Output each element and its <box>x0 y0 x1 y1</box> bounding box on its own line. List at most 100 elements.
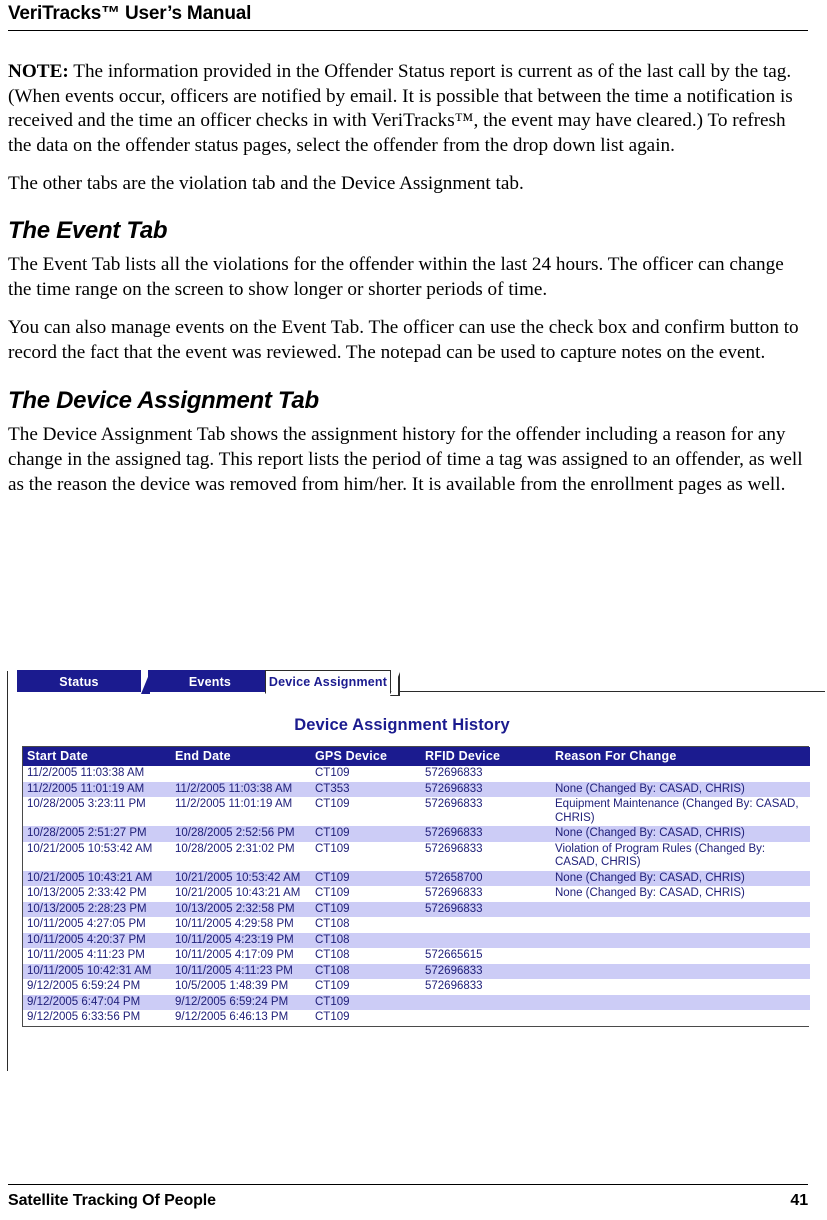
cell-gps-device: CT109 <box>311 901 421 917</box>
device-assignment-table-wrapper: Start Date End Date GPS Device RFID Devi… <box>22 746 810 1027</box>
cell-gps-device: CT108 <box>311 932 421 948</box>
table-row[interactable]: 9/12/2005 6:47:04 PM 9/12/2005 6:59:24 PM… <box>23 994 810 1010</box>
table-row[interactable]: 10/13/2005 2:33:42 PM 10/21/2005 10:43:21… <box>23 886 810 902</box>
column-header-start-date[interactable]: Start Date <box>23 747 171 766</box>
tab-status[interactable]: Status <box>17 670 141 692</box>
table-row[interactable]: 10/11/2005 4:27:05 PM 10/11/2005 4:29:58 … <box>23 917 810 933</box>
cell-gps-device: CT108 <box>311 963 421 979</box>
cell-reason: None (Changed By: CASAD, CHRIS) <box>551 886 810 902</box>
table-row[interactable]: 11/2/2005 11:03:38 AM CT109 572696833 <box>23 766 810 782</box>
page-footer: Satellite Tracking Of People 41 <box>8 1184 808 1220</box>
page-header: VeriTracks™ User’s Manual <box>8 0 808 36</box>
cell-end-date: 10/11/2005 4:17:09 PM <box>171 948 311 964</box>
cell-gps-device: CT109 <box>311 826 421 842</box>
table-row[interactable]: 9/12/2005 6:33:56 PM 9/12/2005 6:46:13 PM… <box>23 1010 810 1026</box>
cell-start-date: 10/28/2005 3:23:11 PM <box>23 797 171 826</box>
cell-gps-device: CT109 <box>311 1010 421 1026</box>
device-assignment-screenshot: Status Events Device Assignment Device A… <box>7 664 825 1074</box>
table-row[interactable]: 11/2/2005 11:01:19 AM 11/2/2005 11:03:38 … <box>23 781 810 797</box>
cell-gps-device: CT109 <box>311 841 421 871</box>
cell-end-date: 10/28/2005 2:52:56 PM <box>171 826 311 842</box>
cell-rfid-device: 572696833 <box>421 901 551 917</box>
cell-rfid-device: 572696833 <box>421 781 551 797</box>
cell-start-date: 9/12/2005 6:33:56 PM <box>23 1010 171 1026</box>
device-tab-paragraph-1: The Device Assignment Tab shows the assi… <box>8 424 803 495</box>
table-row[interactable]: 10/11/2005 10:42:31 AM 10/11/2005 4:11:23… <box>23 963 810 979</box>
cell-end-date: 11/2/2005 11:03:38 AM <box>171 781 311 797</box>
cell-start-date: 9/12/2005 6:47:04 PM <box>23 994 171 1010</box>
cell-rfid-device: 572696833 <box>421 797 551 826</box>
cell-start-date: 9/12/2005 6:59:24 PM <box>23 979 171 995</box>
cell-rfid-device <box>421 1010 551 1026</box>
cell-rfid-device: 572696833 <box>421 979 551 995</box>
cell-rfid-device: 572696833 <box>421 826 551 842</box>
cell-reason: Violation of Program Rules (Changed By: … <box>551 841 810 871</box>
note-paragraph: NOTE: The information provided in the Of… <box>8 60 808 158</box>
table-row[interactable]: 10/11/2005 4:11:23 PM 10/11/2005 4:17:09 … <box>23 948 810 964</box>
table-row[interactable]: 10/21/2005 10:53:42 AM 10/28/2005 2:31:02… <box>23 841 810 871</box>
cell-start-date: 11/2/2005 11:03:38 AM <box>23 766 171 782</box>
cell-end-date: 10/21/2005 10:53:42 AM <box>171 870 311 886</box>
device-assignment-table: Start Date End Date GPS Device RFID Devi… <box>23 747 810 1026</box>
cell-reason: None (Changed By: CASAD, CHRIS) <box>551 826 810 842</box>
tab-events[interactable]: Events <box>148 670 272 692</box>
table-header-row: Start Date End Date GPS Device RFID Devi… <box>23 747 810 766</box>
cell-rfid-device <box>421 994 551 1010</box>
cell-end-date: 10/11/2005 4:11:23 PM <box>171 963 311 979</box>
table-row[interactable]: 10/28/2005 3:23:11 PM 11/2/2005 11:01:19 … <box>23 797 810 826</box>
table-row[interactable]: 10/11/2005 4:20:37 PM 10/11/2005 4:23:19 … <box>23 932 810 948</box>
cell-end-date: 10/11/2005 4:29:58 PM <box>171 917 311 933</box>
tab-device-assignment[interactable]: Device Assignment <box>265 670 391 694</box>
cell-rfid-device <box>421 932 551 948</box>
cell-start-date: 10/11/2005 10:42:31 AM <box>23 963 171 979</box>
footer-company: Satellite Tracking Of People <box>8 1192 216 1209</box>
cell-reason: None (Changed By: CASAD, CHRIS) <box>551 870 810 886</box>
heading-device-assignment-tab: The Device Assignment Tab <box>8 387 319 415</box>
cell-gps-device: CT109 <box>311 979 421 995</box>
table-row[interactable]: 10/28/2005 2:51:27 PM 10/28/2005 2:52:56 … <box>23 826 810 842</box>
cell-start-date: 10/28/2005 2:51:27 PM <box>23 826 171 842</box>
cell-start-date: 10/21/2005 10:43:21 AM <box>23 870 171 886</box>
cell-gps-device: CT109 <box>311 886 421 902</box>
cell-reason <box>551 901 810 917</box>
cell-reason: None (Changed By: CASAD, CHRIS) <box>551 781 810 797</box>
table-row[interactable]: 9/12/2005 6:59:24 PM 10/5/2005 1:48:39 PM… <box>23 979 810 995</box>
cell-reason <box>551 963 810 979</box>
cell-rfid-device: 572658700 <box>421 870 551 886</box>
event-tab-paragraph-2: You can also manage events on the Event … <box>8 317 799 363</box>
manual-title: VeriTracks™ User’s Manual <box>8 3 252 24</box>
cell-start-date: 10/11/2005 4:20:37 PM <box>23 932 171 948</box>
screenshot-frame-top-edge <box>385 691 825 692</box>
cell-start-date: 10/13/2005 2:28:23 PM <box>23 901 171 917</box>
cell-rfid-device <box>421 917 551 933</box>
header-divider <box>8 30 808 31</box>
other-tabs-paragraph: The other tabs are the violation tab and… <box>8 173 524 195</box>
note-label: NOTE: <box>8 61 69 82</box>
cell-reason <box>551 766 810 782</box>
column-header-rfid-device[interactable]: RFID Device <box>421 747 551 766</box>
cell-rfid-device: 572696833 <box>421 886 551 902</box>
cell-reason <box>551 932 810 948</box>
column-header-reason[interactable]: Reason For Change <box>551 747 810 766</box>
column-header-gps-device[interactable]: GPS Device <box>311 747 421 766</box>
cell-end-date: 10/5/2005 1:48:39 PM <box>171 979 311 995</box>
table-row[interactable]: 10/13/2005 2:28:23 PM 10/13/2005 2:32:58 … <box>23 901 810 917</box>
cell-rfid-device: 572696833 <box>421 963 551 979</box>
cell-gps-device: CT109 <box>311 766 421 782</box>
cell-rfid-device: 572696833 <box>421 766 551 782</box>
cell-gps-device: CT353 <box>311 781 421 797</box>
note-text: The information provided in the Offender… <box>8 61 793 156</box>
table-row[interactable]: 10/21/2005 10:43:21 AM 10/21/2005 10:53:4… <box>23 870 810 886</box>
cell-gps-device: CT109 <box>311 797 421 826</box>
heading-event-tab: The Event Tab <box>8 216 168 244</box>
table-body: 11/2/2005 11:03:38 AM CT109 572696833 11/… <box>23 766 810 1026</box>
cell-end-date: 10/11/2005 4:23:19 PM <box>171 932 311 948</box>
footer-page-number: 41 <box>790 1192 808 1209</box>
cell-start-date: 10/11/2005 4:11:23 PM <box>23 948 171 964</box>
cell-end-date: 10/13/2005 2:32:58 PM <box>171 901 311 917</box>
cell-reason <box>551 994 810 1010</box>
column-header-end-date[interactable]: End Date <box>171 747 311 766</box>
cell-start-date: 10/21/2005 10:53:42 AM <box>23 841 171 871</box>
cell-end-date: 9/12/2005 6:46:13 PM <box>171 1010 311 1026</box>
cell-end-date: 11/2/2005 11:01:19 AM <box>171 797 311 826</box>
